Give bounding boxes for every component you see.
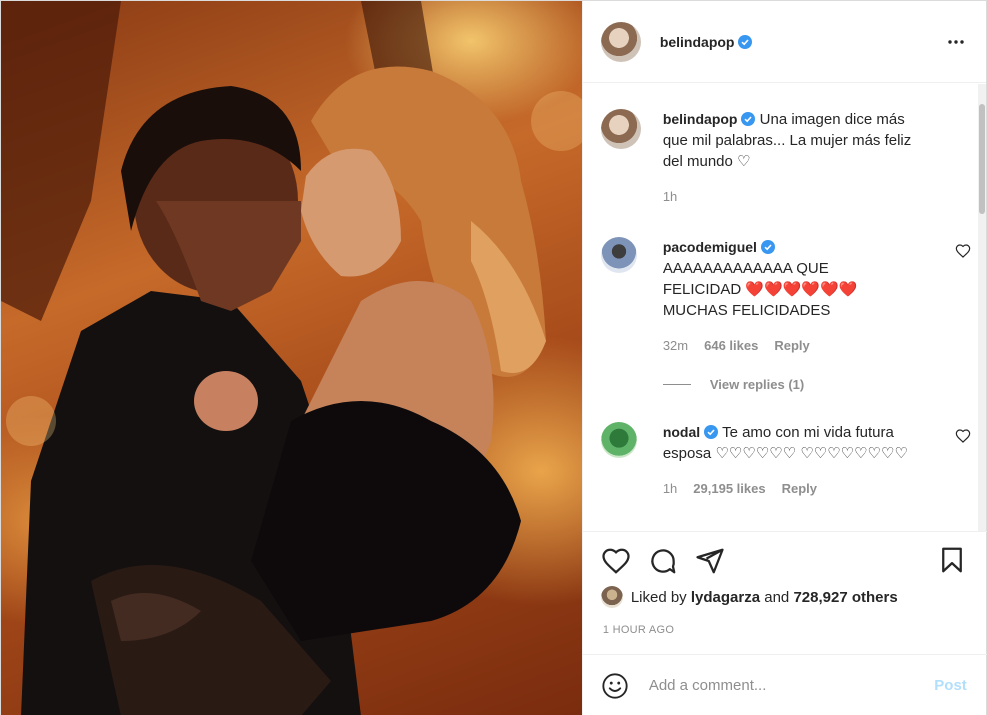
- comment-text-line2: FELICIDAD: [662, 281, 746, 298]
- author-username[interactable]: belindapop: [660, 34, 735, 50]
- more-options-icon[interactable]: [946, 32, 966, 52]
- liked-by-and: and: [764, 588, 790, 606]
- comments-list[interactable]: belindapop Una imagen dice más que mil p…: [583, 84, 987, 531]
- liked-by-prefix: Liked by: [630, 588, 687, 606]
- comment-time: 1h: [662, 481, 678, 496]
- comment-icon[interactable]: [648, 546, 678, 576]
- comment-heart-icon[interactable]: [955, 243, 971, 259]
- share-icon[interactable]: [695, 546, 725, 576]
- scrollbar-thumb[interactable]: [979, 104, 985, 214]
- comment-likes[interactable]: 646 likes: [704, 335, 758, 356]
- comment-text-line3: MUCHAS FELICIDADES: [662, 302, 831, 319]
- view-replies-label: View replies (1): [709, 377, 805, 392]
- comment-time: 32m: [662, 338, 689, 353]
- comment-item: pacodemiguel AAAAAAAAAAAAA QUE FELICIDAD…: [600, 237, 971, 356]
- view-replies-button[interactable]: View replies (1): [662, 377, 805, 392]
- reply-button[interactable]: Reply: [774, 335, 809, 356]
- comment-input[interactable]: [648, 677, 935, 694]
- commenter-username[interactable]: pacodemiguel: [663, 239, 757, 255]
- author-avatar[interactable]: [600, 21, 641, 62]
- commenter-avatar[interactable]: [600, 422, 637, 458]
- replies-divider: [662, 384, 691, 385]
- comment-likes[interactable]: 29,195 likes: [693, 478, 765, 499]
- post-photo[interactable]: [1, 1, 582, 715]
- emoji-icon[interactable]: [601, 672, 629, 700]
- liked-by-text: Liked by lydagarza and 728,927 others: [631, 589, 898, 606]
- caption-comment: belindapop Una imagen dice más que mil p…: [600, 109, 971, 207]
- liked-by-row: Liked by lydagarza and 728,927 others: [600, 586, 898, 608]
- verified-icon: [704, 425, 719, 439]
- reply-button[interactable]: Reply: [782, 478, 817, 499]
- verified-icon: [741, 112, 756, 126]
- post-timestamp[interactable]: 1 HOUR AGO: [603, 624, 674, 636]
- verified-icon: [738, 34, 753, 49]
- liker-avatar[interactable]: [600, 586, 623, 608]
- commenter-username[interactable]: nodal: [663, 424, 700, 440]
- comment-text-line1: AAAAAAAAAAAAA QUE: [662, 260, 829, 277]
- post-side-panel: belindapop belindapop Una imagen dice má…: [581, 1, 987, 715]
- post-header: belindapop: [582, 1, 986, 83]
- liked-by-others[interactable]: 728,927 others: [793, 589, 897, 606]
- caption-avatar[interactable]: [600, 109, 641, 149]
- verified-icon: [760, 240, 775, 254]
- add-comment-bar: Post: [582, 654, 987, 715]
- heart-icon[interactable]: [601, 546, 631, 576]
- instagram-post: belindapop belindapop Una imagen dice má…: [0, 0, 987, 715]
- liked-by-user[interactable]: lydagarza: [691, 589, 760, 606]
- caption-username[interactable]: belindapop: [663, 111, 738, 127]
- post-comment-button[interactable]: Post: [934, 677, 967, 694]
- bookmark-icon[interactable]: [937, 544, 967, 576]
- comment-item: nodal Te amo con mi vida futura esposa ♡…: [600, 422, 971, 499]
- commenter-avatar[interactable]: [600, 237, 637, 273]
- caption-time: 1h: [662, 189, 678, 204]
- comments-scrollbar[interactable]: [978, 84, 986, 531]
- comment-heart-icon[interactable]: [955, 428, 971, 444]
- red-hearts-emoji: ❤️❤️❤️❤️❤️❤️: [745, 281, 858, 298]
- photo-illustration: [1, 1, 582, 715]
- action-bar: [582, 531, 987, 587]
